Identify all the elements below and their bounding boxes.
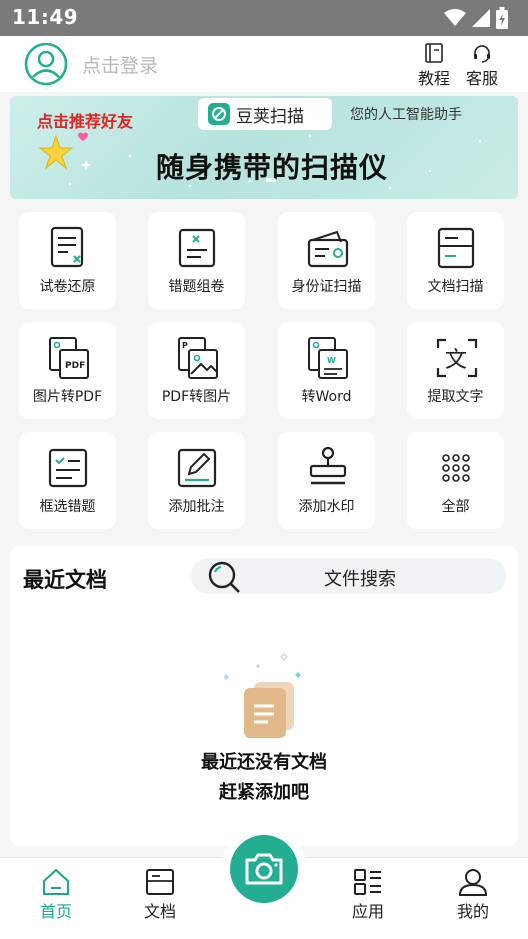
pdf-to-image-icon: P [178, 337, 218, 379]
svg-text:文: 文 [445, 348, 467, 373]
tool-id-card[interactable]: 身份证扫描 [278, 212, 375, 309]
tool-paper-restore[interactable]: 试卷还原 [19, 212, 116, 309]
tool-label: 身份证扫描 [291, 279, 362, 295]
tool-label: 提取文字 [427, 389, 484, 405]
tab-label: 文档 [143, 902, 176, 921]
star-icon [38, 132, 92, 170]
tab-label: 我的 [456, 902, 489, 921]
camera-icon [245, 853, 283, 885]
tool-annotate[interactable]: 添加批注 [148, 432, 245, 529]
tool-image-to-pdf[interactable]: PDF 图片转PDF [19, 322, 116, 419]
tab-label: 首页 [39, 902, 72, 921]
tool-to-word[interactable]: W 转Word [278, 322, 375, 419]
app-name-pill: 豆荚扫描 [198, 98, 332, 130]
watermark-stamp-icon [309, 446, 347, 485]
tool-label: 图片转PDF [32, 389, 103, 405]
tool-label: PDF转图片 [161, 389, 232, 405]
tab-profile[interactable]: 我的 [443, 868, 503, 922]
tutorial-label: 教程 [417, 69, 450, 88]
tool-select-wrong[interactable]: 框选错题 [19, 432, 116, 529]
tool-label: 添加批注 [168, 499, 225, 515]
tab-label: 应用 [351, 902, 384, 921]
wifi-icon [444, 9, 466, 26]
profile-icon [458, 869, 488, 896]
tool-label: 全部 [441, 499, 470, 515]
app-name: 豆荚扫描 [236, 106, 304, 127]
top-header: 点击登录 教程 客服 [0, 36, 528, 92]
assistant-tagline: 您的人工智能助手 [350, 107, 462, 123]
service-label: 客服 [465, 69, 498, 88]
tool-wrong-question[interactable]: 错题组卷 [148, 212, 245, 309]
status-bar: 11:49 [0, 0, 528, 36]
promo-banner[interactable]: 点击推荐好友 豆荚扫描 您的人工智能助手 随身携带的扫描仪 [10, 96, 518, 199]
image-to-pdf-icon: PDF [49, 337, 89, 379]
extract-text-icon: 文 [436, 338, 478, 378]
tab-apps[interactable]: 应用 [338, 868, 398, 922]
file-search-bar[interactable]: 文件搜索 [191, 558, 506, 594]
document-icon [146, 869, 174, 895]
camera-scan-button[interactable] [230, 835, 298, 903]
all-apps-icon [442, 454, 470, 482]
wrong-question-icon [178, 228, 216, 268]
avatar-icon[interactable] [24, 42, 68, 86]
tutorial-button[interactable]: 教程 [414, 42, 454, 90]
empty-state-line1: 最近还没有文档 [201, 752, 327, 773]
svg-text:W: W [327, 356, 336, 365]
apps-icon [354, 869, 381, 895]
tool-watermark[interactable]: 添加水印 [278, 432, 375, 529]
empty-document-icon [224, 653, 301, 738]
document-scan-icon [437, 227, 475, 269]
tool-label: 文档扫描 [427, 279, 484, 295]
signal-icon [472, 9, 490, 27]
system-icons [444, 7, 508, 29]
tool-document-scan[interactable]: 文档扫描 [407, 212, 504, 309]
login-link[interactable]: 点击登录 [82, 51, 158, 78]
svg-text:P: P [182, 341, 188, 350]
tool-label: 试卷还原 [39, 279, 96, 295]
battery-icon [496, 7, 508, 29]
recent-title: 最近文档 [23, 568, 107, 592]
tool-pdf-to-image[interactable]: P PDF转图片 [148, 322, 245, 419]
tab-home[interactable]: 首页 [26, 868, 86, 922]
id-card-icon [307, 230, 349, 268]
service-button[interactable]: 客服 [462, 42, 502, 90]
to-word-icon: W [308, 337, 348, 379]
select-wrong-icon [48, 448, 88, 488]
recent-documents-panel: 最近文档 文件搜索 最近还没有文档 赶紧添加吧 [10, 546, 518, 846]
tool-label: 框选错题 [39, 499, 96, 515]
search-icon [208, 561, 240, 593]
search-label: 文件搜索 [324, 569, 396, 590]
status-time: 11:49 [12, 5, 79, 29]
tool-extract-text[interactable]: 文 提取文字 [407, 322, 504, 419]
paper-restore-icon [50, 226, 84, 268]
recommend-friend-link[interactable]: 点击推荐好友 [37, 108, 133, 132]
empty-state-line2: 赶紧添加吧 [219, 782, 309, 803]
svg-text:PDF: PDF [65, 361, 85, 371]
app-logo-icon [208, 103, 230, 125]
book-icon [425, 43, 443, 63]
tool-label: 错题组卷 [168, 279, 225, 295]
tool-all[interactable]: 全部 [407, 432, 504, 529]
tool-label: 转Word [301, 389, 352, 405]
tool-label: 添加水印 [298, 499, 355, 515]
home-icon [43, 868, 69, 895]
annotate-icon [177, 448, 217, 488]
headset-icon [474, 45, 490, 63]
banner-page-indicator [266, 178, 276, 182]
tab-documents[interactable]: 文档 [130, 868, 190, 922]
